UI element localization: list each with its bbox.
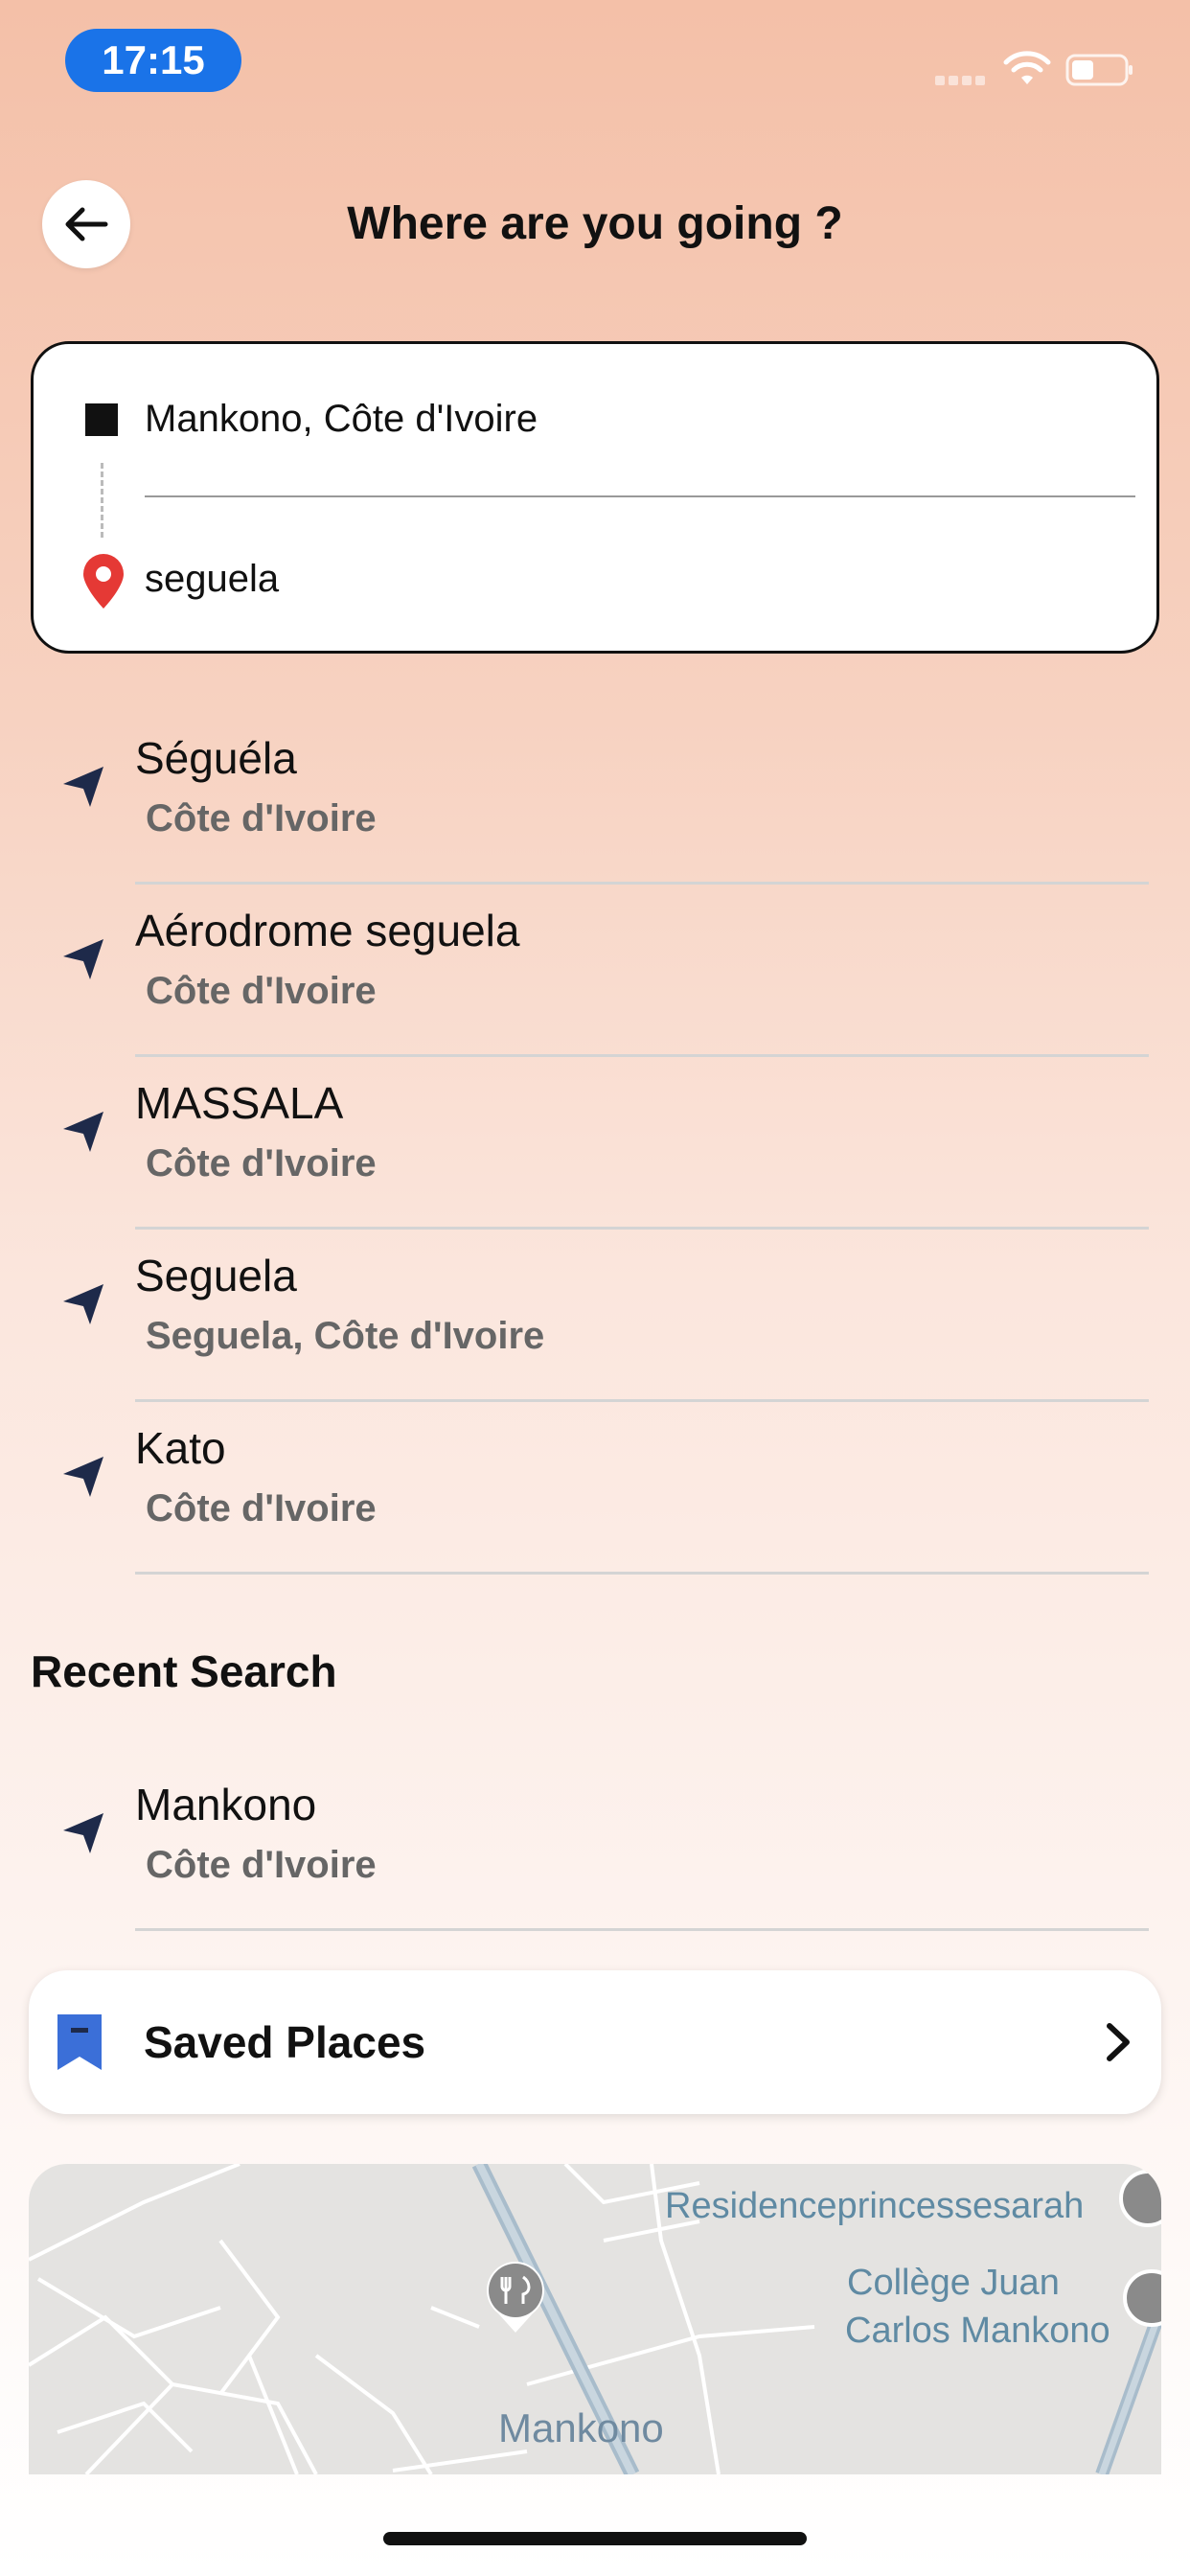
navigation-arrow-icon <box>63 1457 103 1497</box>
result-title: Aérodrome seguela <box>135 906 520 955</box>
result-item[interactable]: Séguéla Côte d'Ivoire <box>0 715 1190 887</box>
restaurant-pin-icon <box>487 2262 545 2333</box>
back-button[interactable] <box>42 180 130 268</box>
result-item[interactable]: Aérodrome seguela Côte d'Ivoire <box>0 887 1190 1060</box>
map-label: Collège Juan <box>847 2263 1060 2303</box>
divider <box>135 1928 1149 1931</box>
result-title: Séguéla <box>135 733 297 783</box>
result-subtitle: Côte d'Ivoire <box>146 1487 377 1530</box>
battery-icon <box>1065 54 1133 86</box>
chevron-right-icon <box>1107 2023 1130 2061</box>
navigation-arrow-icon <box>63 1813 103 1853</box>
result-subtitle: Côte d'Ivoire <box>146 970 377 1012</box>
result-subtitle: Seguela, Côte d'Ivoire <box>146 1315 545 1357</box>
map-label: Carlos Mankono <box>845 2311 1110 2351</box>
divider <box>135 882 1149 885</box>
route-divider <box>145 495 1135 497</box>
location-pin-icon <box>83 554 124 609</box>
school-pin-icon <box>1123 2269 1161 2327</box>
status-time: 17:15 <box>65 29 241 92</box>
result-title: Kato <box>135 1423 226 1473</box>
divider <box>135 1227 1149 1230</box>
result-subtitle: Côte d'Ivoire <box>146 1844 377 1886</box>
route-connector <box>101 463 103 538</box>
arrow-left-icon <box>65 207 108 242</box>
divider <box>135 1399 1149 1402</box>
route-card: Mankono, Côte d'Ivoire <box>31 341 1159 654</box>
map-label: Residenceprincessesarah <box>665 2186 1085 2226</box>
navigation-arrow-icon <box>63 767 103 807</box>
recent-item[interactable]: Mankono Côte d'Ivoire <box>0 1761 1190 1934</box>
page-title: Where are you going ? <box>347 198 843 249</box>
navigation-arrow-icon <box>63 1284 103 1324</box>
map-preview[interactable]: Residenceprincessesarah Collège Juan Car… <box>29 2164 1161 2474</box>
hotel-pin-icon <box>1119 2170 1161 2227</box>
result-subtitle: Côte d'Ivoire <box>146 1142 377 1184</box>
result-subtitle: Côte d'Ivoire <box>146 797 377 840</box>
divider <box>135 1572 1149 1575</box>
result-item[interactable]: Kato Côte d'Ivoire <box>0 1405 1190 1577</box>
result-item[interactable]: Seguela Seguela, Côte d'Ivoire <box>0 1232 1190 1405</box>
result-title: MASSALA <box>135 1078 344 1128</box>
bookmark-icon <box>57 2014 102 2070</box>
origin-field[interactable]: Mankono, Côte d'Ivoire <box>145 392 538 446</box>
status-bar: 17:15 <box>0 0 1190 125</box>
divider <box>135 1054 1149 1057</box>
signal-icon <box>935 73 993 86</box>
home-indicator[interactable] <box>383 2532 807 2545</box>
result-title: Seguela <box>135 1251 297 1300</box>
result-title: Mankono <box>135 1780 317 1829</box>
result-item[interactable]: MASSALA Côte d'Ivoire <box>0 1060 1190 1232</box>
navigation-arrow-icon <box>63 939 103 979</box>
saved-places-button[interactable]: Saved Places <box>29 1970 1161 2114</box>
map-town-label: Mankono <box>498 2405 664 2450</box>
destination-input[interactable] <box>145 545 1132 612</box>
saved-places-label: Saved Places <box>144 2017 426 2067</box>
navigation-arrow-icon <box>63 1112 103 1152</box>
recent-search-heading: Recent Search <box>31 1646 337 1696</box>
origin-marker-icon <box>85 403 118 436</box>
wifi-icon <box>1003 51 1051 84</box>
